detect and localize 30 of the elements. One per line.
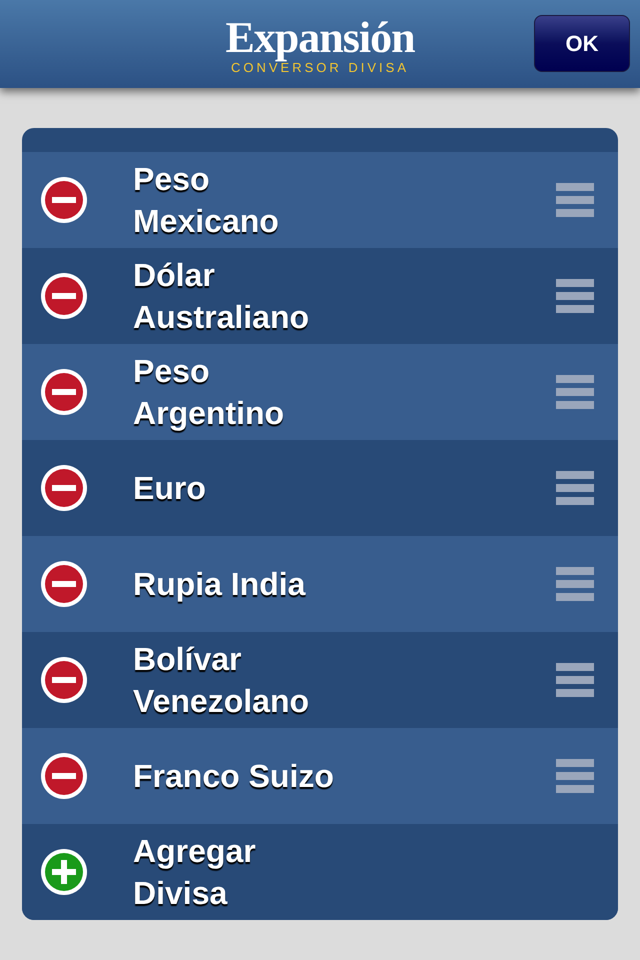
remove-icon[interactable] [40, 656, 88, 704]
currency-name: Peso Argentino [133, 352, 286, 433]
remove-icon[interactable] [40, 464, 88, 512]
remove-icon[interactable] [40, 176, 88, 224]
currency-row[interactable]: Peso Mexicano [22, 152, 618, 248]
reorder-handle-icon[interactable] [556, 279, 594, 313]
currency-name: Dólar Australiano [133, 256, 310, 337]
remove-icon[interactable] [40, 560, 88, 608]
currency-name: Bolívar Venezolano [133, 640, 310, 721]
app-subtitle: CONVERSOR DIVISA [230, 60, 410, 76]
reorder-handle-icon[interactable] [556, 471, 594, 505]
remove-icon[interactable] [40, 272, 88, 320]
currency-name: Euro [133, 469, 207, 508]
reorder-handle-icon[interactable] [556, 183, 594, 217]
currency-row[interactable]: Rupia India [22, 536, 618, 632]
reorder-handle-icon[interactable] [556, 375, 594, 409]
currency-name: Peso Mexicano [133, 160, 280, 241]
add-icon[interactable] [40, 848, 88, 896]
remove-icon[interactable] [40, 368, 88, 416]
currency-row[interactable]: Franco Suizo [22, 728, 618, 824]
currency-name: Rupia India [133, 565, 307, 604]
remove-icon[interactable] [40, 752, 88, 800]
reorder-handle-icon[interactable] [556, 759, 594, 793]
currency-name: Franco Suizo [133, 757, 335, 796]
ok-button[interactable]: OK [534, 15, 630, 72]
reorder-handle-icon[interactable] [556, 567, 594, 601]
currency-name: Agregar Divisa [133, 832, 257, 913]
logo: Expansión [225, 16, 415, 60]
currency-row[interactable]: Peso Argentino [22, 344, 618, 440]
reorder-handle-icon[interactable] [556, 663, 594, 697]
